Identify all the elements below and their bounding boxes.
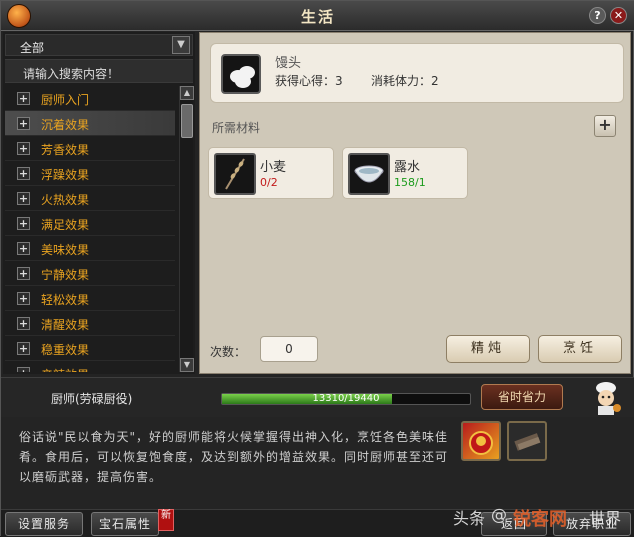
- list-item[interactable]: + 沉着效果: [5, 111, 175, 136]
- profession-name: 厨师(劳碌厨役): [51, 392, 133, 406]
- times-label: 次数：: [210, 345, 247, 359]
- watermark-site: 锐客网: [513, 509, 567, 530]
- category-select[interactable]: 全部 ▼: [5, 34, 193, 56]
- list-item-label: 清醒效果: [41, 318, 90, 332]
- material-name: 小麦: [260, 160, 287, 175]
- list-item-label: 宁静效果: [41, 268, 90, 282]
- chevron-down-icon[interactable]: ▼: [172, 36, 190, 54]
- list-item-label: 厨师入门: [41, 93, 90, 107]
- list-item[interactable]: + 满足效果: [5, 211, 175, 236]
- times-input[interactable]: 0: [260, 336, 318, 362]
- expand-plus-icon[interactable]: +: [17, 317, 30, 330]
- list-item-label: 火热效果: [41, 193, 90, 207]
- cooking-pot-skill-icon[interactable]: [461, 421, 501, 461]
- recipe-gain: 获得心得：3: [275, 74, 343, 88]
- recipe-card: 馒头 获得心得：3 消耗体力：2: [210, 43, 624, 103]
- whetstone-skill-icon[interactable]: [507, 421, 547, 461]
- category-value: 全部: [20, 41, 45, 55]
- window-title: 生活: [300, 8, 335, 26]
- watermark-handle: @: [491, 505, 507, 524]
- list-item[interactable]: + 浮躁效果: [5, 161, 175, 186]
- expand-plus-icon[interactable]: +: [17, 342, 30, 355]
- material-count: 158/1: [394, 176, 426, 189]
- list-item-label: 辛辣效果: [41, 366, 89, 372]
- scroll-thumb[interactable]: [181, 104, 193, 138]
- recipe-list-panel: 全部 ▼ 请输入搜索内容！ + 厨师入门 + 沉着效果 + 芳香效果 + 浮躁效果 + 火热效果 +…: [3, 32, 195, 374]
- list-item-label: 芳香效果: [41, 143, 90, 157]
- list-item-label: 满足效果: [41, 218, 90, 232]
- expand-plus-icon[interactable]: +: [17, 192, 30, 205]
- expand-plus-icon[interactable]: +: [17, 217, 30, 230]
- list-item[interactable]: + 火热效果: [5, 186, 175, 211]
- expand-plus-icon[interactable]: +: [17, 167, 30, 180]
- list-scrollbar[interactable]: ▲ ▼: [179, 86, 194, 372]
- list-item-label: 稳重效果: [41, 343, 90, 357]
- recipe-name: 馒头: [275, 56, 302, 71]
- material-count: 0/2: [260, 176, 278, 189]
- material-name: 露水: [394, 160, 421, 175]
- expand-plus-icon[interactable]: +: [17, 292, 30, 305]
- cook-button[interactable]: 烹饪: [538, 335, 622, 363]
- expand-plus-icon[interactable]: +: [17, 267, 30, 280]
- recipe-detail-panel: 馒头 获得心得：3 消耗体力：2 所需材料 + 小麦 0/2 露水 158/1 …: [199, 32, 631, 374]
- expand-plus-icon[interactable]: +: [17, 117, 30, 130]
- close-button[interactable]: ✕: [610, 7, 627, 24]
- list-item-label: 沉着效果: [41, 118, 90, 132]
- watermark-suffix: 世界: [589, 509, 622, 528]
- expand-plus-icon[interactable]: +: [17, 367, 30, 372]
- watermark-source: 头条: [453, 509, 486, 528]
- progress-text: 13310/19440: [312, 393, 380, 404]
- profession-description: 俗话说"民以食为天"，好的厨师能将火候掌握得出神入化，烹饪各色美味佳肴。食用后，…: [19, 430, 449, 484]
- dew-bowl-icon: [348, 153, 390, 195]
- list-item-label: 美味效果: [41, 243, 90, 257]
- list-item[interactable]: + 宁静效果: [5, 261, 175, 286]
- time-saver-button[interactable]: 省时省力: [481, 384, 563, 410]
- list-item[interactable]: + 辛辣效果: [5, 361, 175, 372]
- materials-title: 所需材料: [212, 121, 261, 135]
- recipe-category-list: + 厨师入门 + 沉着效果 + 芳香效果 + 浮躁效果 + 火热效果 + 满足效果 + 美味效果 + 宁静效果…: [5, 86, 175, 372]
- scroll-up-arrow-icon[interactable]: ▲: [180, 86, 194, 100]
- list-item[interactable]: + 厨师入门: [5, 86, 175, 111]
- steamed-bun-icon[interactable]: [221, 54, 261, 94]
- help-button[interactable]: ?: [589, 7, 606, 24]
- expand-plus-icon[interactable]: +: [17, 142, 30, 155]
- list-item[interactable]: + 清醒效果: [5, 311, 175, 336]
- material-card-dew[interactable]: 露水 158/1: [342, 147, 468, 199]
- gem-attribute-button[interactable]: 宝石属性: [91, 512, 159, 536]
- title-bar[interactable]: 生活 ? ✕: [1, 1, 634, 31]
- scroll-down-arrow-icon[interactable]: ▼: [180, 358, 194, 372]
- list-item-label: 浮躁效果: [41, 168, 90, 182]
- search-input[interactable]: 请输入搜索内容！: [5, 59, 193, 83]
- recipe-cost: 消耗体力：2: [371, 74, 439, 88]
- add-material-button[interactable]: +: [594, 115, 616, 137]
- list-item[interactable]: + 芳香效果: [5, 136, 175, 161]
- material-card-wheat[interactable]: 小麦 0/2: [208, 147, 334, 199]
- profession-description-area: 俗话说"民以食为天"，好的厨师能将火候掌握得出神入化，烹饪各色美味佳肴。食用后，…: [1, 417, 634, 509]
- chef-avatar-icon: [589, 380, 623, 416]
- life-skills-window: 生活 ? ✕ 全部 ▼ 请输入搜索内容！ + 厨师入门 + 沉着效果 + 芳香效果 + 浮躁效…: [0, 0, 634, 537]
- list-item[interactable]: + 稳重效果: [5, 336, 175, 361]
- new-badge: 新: [158, 509, 174, 531]
- experience-progress-bar: 13310/19440: [221, 393, 471, 405]
- simmer-button[interactable]: 精炖: [446, 335, 530, 363]
- profession-bar: 厨师(劳碌厨役) 13310/19440 省时省力: [1, 377, 634, 417]
- list-item[interactable]: + 美味效果: [5, 236, 175, 261]
- expand-plus-icon[interactable]: +: [17, 242, 30, 255]
- expand-plus-icon[interactable]: +: [17, 92, 30, 105]
- settings-service-button[interactable]: 设置服务: [5, 512, 83, 536]
- list-item[interactable]: + 轻松效果: [5, 286, 175, 311]
- wheat-stalk-icon: [214, 153, 256, 195]
- list-item-label: 轻松效果: [41, 293, 90, 307]
